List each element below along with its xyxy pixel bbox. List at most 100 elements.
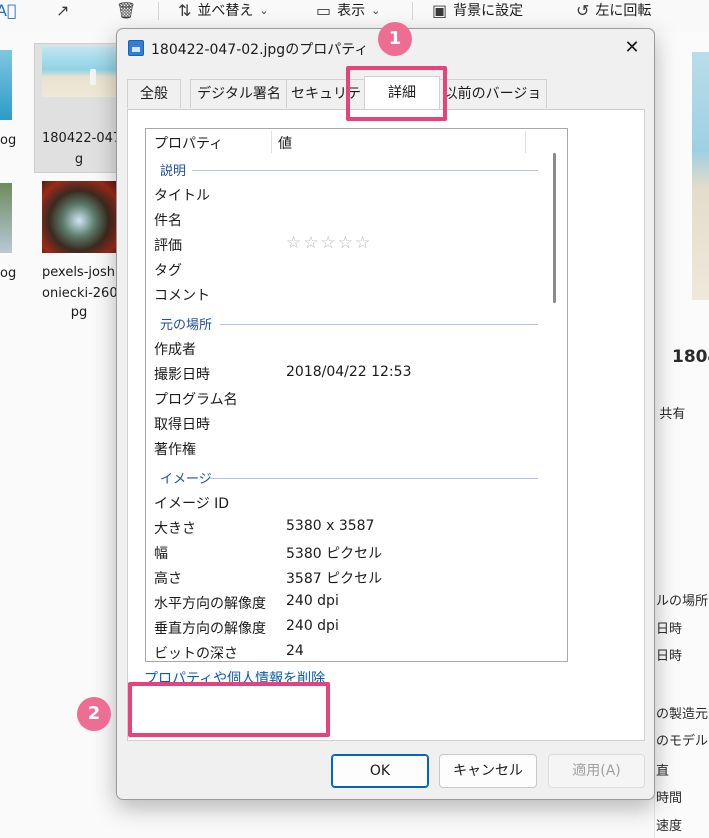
property-list[interactable]: プロパティ 値 説明 タイトル 件名 評価 ☆☆☆☆☆ タグ コメント 元の場所: [145, 128, 568, 662]
group-header-description: 説明: [160, 160, 538, 180]
share-label: 共有: [659, 407, 686, 422]
close-button[interactable]: ✕: [618, 34, 646, 62]
details-tab-panel: プロパティ 値 説明 タイトル 件名 評価 ☆☆☆☆☆ タグ コメント 元の場所: [127, 109, 645, 741]
property-label: コメント: [154, 288, 210, 304]
details-row: 時間: [656, 791, 683, 806]
details-row: の製造元: [656, 707, 709, 722]
property-row-copyright[interactable]: 著作権: [154, 439, 196, 461]
step-badge-1: 1: [378, 22, 412, 56]
property-row-bit-depth[interactable]: ビットの深さ 24: [154, 643, 304, 662]
group-label: 元の場所: [160, 318, 213, 333]
property-value: 3587 ピクセル: [286, 571, 383, 587]
property-label: ビットの深さ: [154, 646, 238, 662]
property-row-rating[interactable]: 評価 ☆☆☆☆☆: [154, 233, 370, 257]
view-button[interactable]: ▭ 表示 ⌄: [316, 0, 380, 20]
image-icon: ▣: [432, 0, 448, 20]
property-row-subject[interactable]: 件名: [154, 210, 182, 232]
property-value: 5380 x 3587: [286, 518, 375, 534]
column-divider[interactable]: [271, 131, 272, 153]
highlight-box-remove-link: [128, 682, 330, 737]
view-icon: ▭: [316, 0, 332, 20]
group-divider: [192, 170, 538, 171]
tab-previous-versions[interactable]: 以前のバージョン: [438, 79, 547, 130]
set-background-button[interactable]: ▣ 背景に設定: [432, 0, 523, 20]
file-name: oniecki-260: [42, 286, 118, 301]
close-icon: ✕: [624, 37, 640, 58]
property-row-horizontal-resolution[interactable]: 水平方向の解像度 240 dpi: [154, 593, 339, 615]
details-row: 速度: [656, 819, 683, 834]
property-label: 取得日時: [154, 417, 210, 433]
property-label: 件名: [154, 213, 182, 229]
property-value: 240 dpi: [286, 593, 339, 609]
property-value: 24: [286, 643, 304, 659]
details-title: 1804: [672, 347, 709, 367]
scrollbar-thumb[interactable]: [553, 153, 556, 303]
tab-digital-signature[interactable]: デジタル署名: [190, 79, 288, 108]
property-label: イメージ ID: [154, 496, 230, 512]
rating-stars[interactable]: ☆☆☆☆☆: [286, 233, 372, 253]
sort-label: 並べ替え: [197, 3, 254, 19]
property-label: 垂直方向の解像度: [154, 621, 266, 637]
property-value: 2018/04/22 12:53: [286, 364, 412, 380]
details-row: のモデル: [656, 734, 709, 749]
property-row-program-name[interactable]: プログラム名: [154, 389, 238, 411]
file-name: pg: [70, 305, 88, 320]
list-header: プロパティ 値: [146, 129, 540, 153]
property-row-width[interactable]: 幅 5380 ピクセル: [154, 543, 382, 565]
rotate-left-label: 左に回転: [595, 3, 652, 19]
chevron-down-icon: ⌄: [371, 3, 381, 17]
share-icon[interactable]: ↗: [56, 0, 69, 20]
list-scrollbar[interactable]: [541, 129, 567, 661]
property-row-title[interactable]: タイトル: [154, 185, 210, 207]
property-label: プログラム名: [154, 392, 238, 408]
group-label: 説明: [160, 164, 187, 179]
file-thumbnail[interactable]: [0, 183, 12, 253]
property-label: 著作権: [154, 442, 196, 458]
property-row-image-id[interactable]: イメージ ID: [154, 493, 229, 515]
waterfall-thumbnail[interactable]: [42, 181, 116, 253]
toolbar-divider: [158, 2, 159, 20]
rotate-left-button[interactable]: ↺ 左に回転: [576, 0, 651, 20]
property-label: タイトル: [154, 188, 210, 204]
property-label: 評価: [154, 238, 182, 254]
column-divider[interactable]: [525, 131, 526, 153]
rotate-left-icon: ↺: [576, 0, 590, 20]
share-button[interactable]: › 共有: [650, 403, 685, 422]
group-divider: [220, 324, 538, 325]
group-label: イメージ: [160, 472, 212, 487]
ai-icon[interactable]: A⃞: [0, 0, 17, 20]
column-header-value[interactable]: 値: [278, 133, 292, 153]
property-row-tags[interactable]: タグ: [154, 260, 182, 282]
tab-details[interactable]: 詳細: [364, 76, 440, 109]
property-label: 作成者: [154, 342, 196, 358]
column-header-property[interactable]: プロパティ: [154, 133, 223, 153]
ok-button[interactable]: OK: [331, 754, 429, 788]
property-row-date-taken[interactable]: 撮影日時 2018/04/22 12:53: [154, 364, 412, 386]
property-row-dimensions[interactable]: 大きさ 5380 x 3587: [154, 518, 374, 540]
cancel-button[interactable]: キャンセル: [439, 754, 537, 788]
delete-icon[interactable]: 🗑: [116, 0, 136, 20]
group-header-image: イメージ: [160, 468, 538, 488]
file-thumbnail[interactable]: [0, 50, 12, 120]
file-name: g: [74, 152, 84, 167]
property-value: 240 dpi: [286, 618, 339, 634]
beach-thumbnail[interactable]: [42, 47, 116, 97]
tab-general[interactable]: 全般: [127, 79, 181, 108]
property-label: 大きさ: [154, 521, 196, 537]
step-badge-2: 2: [77, 697, 111, 731]
toolbar-divider: [412, 2, 413, 20]
apply-button[interactable]: 適用(A): [548, 754, 645, 788]
property-label: 水平方向の解像度: [154, 596, 266, 612]
file-name: pexels-josh: [42, 265, 115, 280]
property-row-height[interactable]: 高さ 3587 ピクセル: [154, 568, 382, 590]
sort-button[interactable]: ⇅ 並べ替え ⌄: [178, 0, 269, 20]
property-row-date-acquired[interactable]: 取得日時: [154, 414, 210, 436]
property-label: 撮影日時: [154, 367, 210, 383]
property-row-comments[interactable]: コメント: [154, 285, 210, 307]
property-row-vertical-resolution[interactable]: 垂直方向の解像度 240 dpi: [154, 618, 339, 640]
file-name: og: [0, 133, 17, 148]
details-row: 日時: [656, 622, 683, 637]
property-row-author[interactable]: 作成者: [154, 339, 196, 361]
group-header-origin: 元の場所: [160, 314, 538, 334]
file-name: 180422-047: [42, 131, 122, 146]
